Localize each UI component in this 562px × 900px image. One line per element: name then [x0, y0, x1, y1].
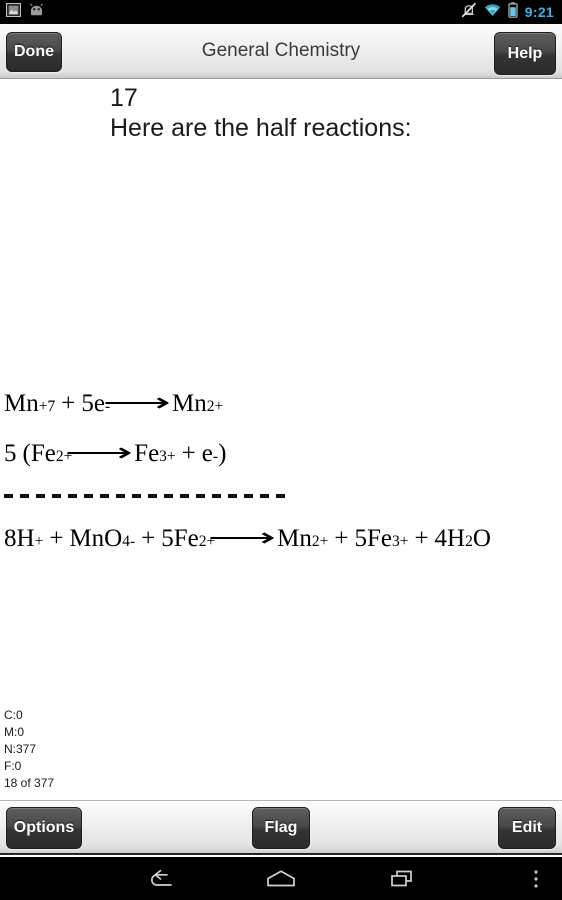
overflow-menu-icon[interactable]	[516, 857, 556, 900]
eq3-plus-2: +	[141, 525, 156, 552]
recents-icon[interactable]	[362, 857, 442, 900]
half-reaction-equation-2: 5 ( Fe 2+ ⟶ Fe 3+ + e- )	[4, 440, 227, 467]
status-bar-notifications	[0, 2, 45, 22]
back-icon[interactable]	[120, 857, 200, 900]
eq2-plus: +	[181, 440, 196, 467]
stat-missed: M:0	[4, 725, 25, 739]
question-content: 17 Here are the half reactions: Mn +7 + 5…	[0, 80, 562, 800]
eq2-product-symbol: Fe	[134, 440, 160, 467]
eq2-arrow-icon: ⟶	[65, 440, 133, 467]
home-icon[interactable]	[241, 857, 321, 900]
help-button[interactable]: Help	[494, 32, 556, 75]
options-button[interactable]: Options	[6, 807, 82, 849]
battery-icon	[508, 1, 518, 23]
eq3-plus-1: +	[49, 525, 64, 552]
eq3-fe-reactant: 5Fe	[161, 525, 199, 552]
eq1-product-symbol: Mn	[171, 390, 207, 417]
question-prompt: Here are the half reactions:	[110, 114, 412, 142]
page-title: General Chemistry	[201, 40, 361, 61]
eq2-close-paren: )	[218, 440, 227, 467]
eq2-electron: e	[201, 440, 213, 467]
flag-button[interactable]: Flag	[252, 807, 310, 849]
wifi-icon	[484, 3, 501, 22]
eq1-electrons: 5e	[81, 390, 105, 417]
eq2-open-paren: (	[22, 440, 31, 467]
eq1-arrow-icon: ⟶	[102, 390, 171, 417]
edit-button[interactable]: Edit	[498, 807, 556, 849]
eq1-plus: +	[61, 390, 76, 417]
stat-progress: 18 of 377	[4, 776, 55, 790]
balanced-equation: 8H + + MnO 4- + 5Fe 2+ ⟶ Mn 2+ + 5Fe 3+ + 4H 2…	[4, 525, 491, 552]
action-bar: General Chemistry Done Help	[0, 24, 562, 79]
question-number: 17	[110, 84, 138, 112]
session-stats: C:0 M:0 N:377 F:0 18 of 377	[4, 707, 54, 792]
bottom-toolbar: Options Flag Edit	[0, 800, 562, 855]
app-root: 9:21 General Chemistry Done Help 17 Here…	[0, 0, 562, 900]
android-navigation-bar	[0, 857, 562, 900]
gallery-image-icon	[5, 2, 22, 22]
stat-new: N:377	[4, 742, 37, 756]
status-bar-system-icons: 9:21	[461, 1, 562, 23]
silent-mode-icon	[461, 2, 477, 23]
stat-flagged: F:0	[4, 759, 22, 773]
status-bar: 9:21	[0, 0, 562, 24]
equation-separator-dashed-line	[4, 494, 292, 498]
eq1-reactant-symbol: Mn	[4, 390, 39, 417]
half-reaction-equation-1: Mn +7 + 5e - ⟶ Mn 2+	[4, 390, 224, 417]
android-head-icon	[28, 3, 45, 21]
eq3-water-oxygen: O	[472, 525, 491, 552]
eq3-plus-4: +	[414, 525, 429, 552]
eq3-water-coefficient: 4H	[434, 525, 466, 552]
status-bar-clock: 9:21	[524, 4, 554, 20]
done-button[interactable]: Done	[6, 32, 62, 72]
eq3-plus-3: +	[334, 525, 349, 552]
eq2-coefficient: 5	[4, 440, 17, 467]
eq3-mn-product: Mn	[277, 525, 312, 552]
stat-correct: C:0	[4, 708, 23, 722]
eq3-arrow-icon: ⟶	[208, 525, 276, 552]
eq2-reactant-symbol: Fe	[30, 440, 56, 467]
eq3-h-coefficient: 8H	[4, 525, 35, 552]
eq3-permanganate: MnO	[69, 525, 123, 552]
eq3-fe-product: 5Fe	[354, 525, 392, 552]
